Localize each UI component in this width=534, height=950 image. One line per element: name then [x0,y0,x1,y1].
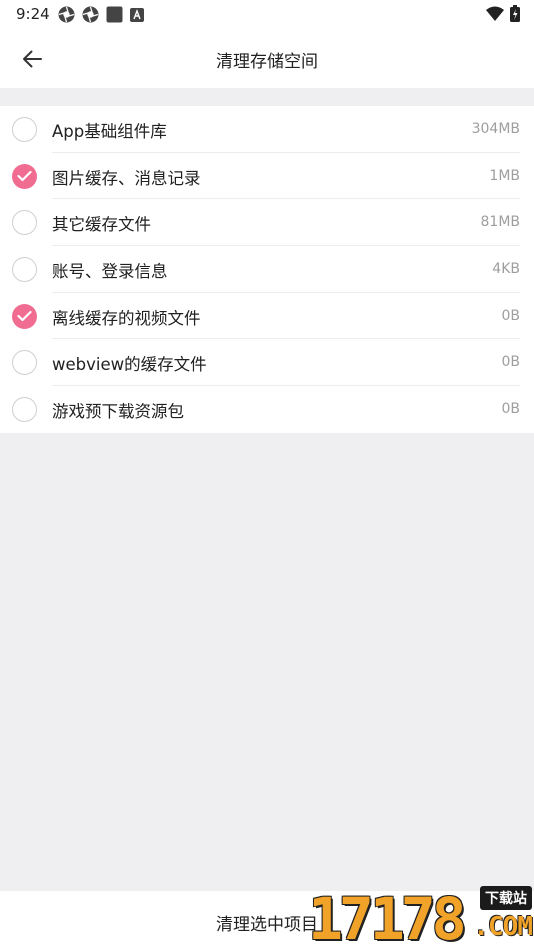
a-icon [130,7,144,26]
storage-item-size: 4KB [492,261,520,278]
wifi-icon [486,6,504,25]
storage-item[interactable]: webview的缓存文件 0B [0,339,534,387]
checkbox-unchecked[interactable] [12,350,37,376]
storage-item-size: 81MB [480,214,521,231]
storage-item-label: 游戏预下载资源包 [52,402,184,422]
watermark-digits: 17178 [308,885,467,950]
storage-item-label: 账号、登录信息 [52,262,168,282]
storage-item[interactable]: App基础组件库 304MB [0,106,534,153]
storage-item[interactable]: 离线缓存的视频文件 0B [0,293,534,340]
status-bar: 9:24 [0,0,534,30]
system-icons [486,5,520,26]
storage-item[interactable]: 游戏预下载资源包 0B [0,386,534,433]
shutter-icon [82,6,99,27]
battery-icon [510,5,520,26]
storage-item-size: 0B [501,354,520,371]
status-time: 9:24 [16,5,50,23]
watermark-logo: 17178 下载站 .COM [308,884,534,950]
checkbox-checked[interactable] [12,303,37,329]
storage-item[interactable]: 其它缓存文件 81MB [0,199,534,247]
shutter-icon [58,6,75,27]
notification-icons [58,6,144,27]
checkbox-unchecked[interactable] [12,210,37,236]
square-icon [106,6,123,27]
storage-list: App基础组件库 304MB 图片缓存、消息记录 1MB 其它缓存文件 81MB 账号、登录… [0,106,534,433]
storage-item-label: App基础组件库 [52,122,167,141]
check-icon [17,310,32,321]
watermark-domain: .COM [473,912,533,942]
watermark-tag: 下载站 [480,886,532,910]
app-bar: 清理存储空间 [0,30,534,88]
storage-item-size: 1MB [489,167,520,184]
storage-item-size: 0B [501,401,520,418]
storage-item[interactable]: 账号、登录信息 4KB [0,246,534,293]
storage-item-label: webview的缓存文件 [52,355,207,375]
storage-item-label: 其它缓存文件 [52,215,151,235]
checkbox-unchecked[interactable] [12,117,37,142]
storage-item-label: 离线缓存的视频文件 [52,308,201,328]
checkbox-unchecked[interactable] [12,397,37,423]
storage-item-size: 0B [501,307,520,324]
storage-item-size: 304MB [471,121,520,137]
checkbox-checked[interactable] [12,163,37,189]
storage-item[interactable]: 图片缓存、消息记录 1MB [0,153,534,200]
checkbox-unchecked[interactable] [12,257,37,283]
page-title: 清理存储空间 [216,52,318,72]
check-icon [17,170,32,181]
storage-item-label: 图片缓存、消息记录 [52,168,201,188]
